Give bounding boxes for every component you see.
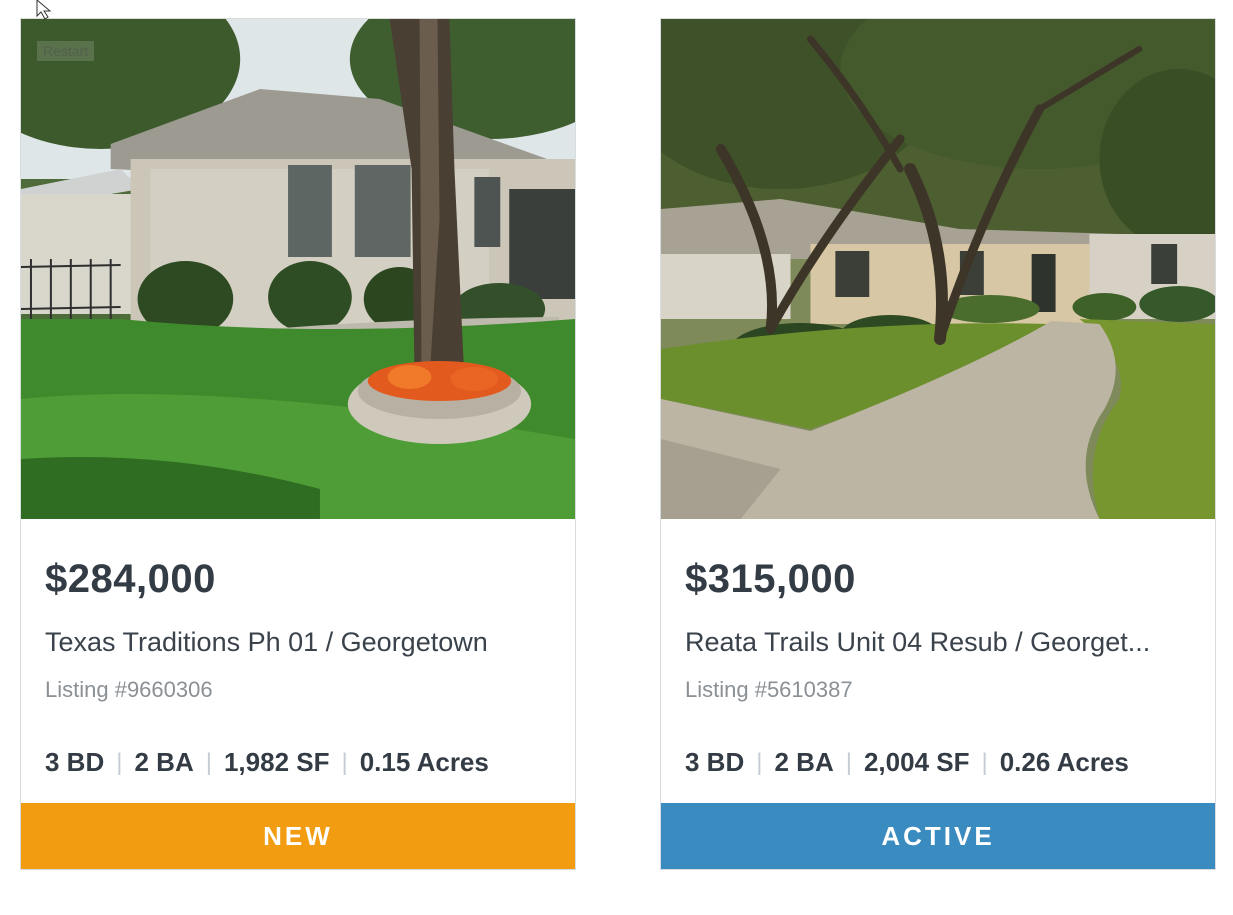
beds-count: 3 BD <box>45 747 105 777</box>
stat-divider: | <box>116 748 123 776</box>
listing-price: $315,000 <box>685 557 856 601</box>
listing-photo[interactable] <box>661 19 1215 519</box>
stat-divider: | <box>205 748 212 776</box>
status-badge: NEW <box>21 803 575 869</box>
listing-stats: 3 BD | 2 BA | 2,004 SF | 0.26 Acres <box>685 747 1129 778</box>
stat-divider: | <box>845 748 852 776</box>
listing-price: $284,000 <box>45 557 216 601</box>
listing-card[interactable]: Restart $284,000 Texas Traditions Ph 01 … <box>20 18 576 870</box>
listing-title[interactable]: Reata Trails Unit 04 Resub / Georget... <box>685 627 1195 658</box>
status-badge: ACTIVE <box>661 803 1215 869</box>
baths-count: 2 BA <box>134 747 194 777</box>
listing-stats: 3 BD | 2 BA | 1,982 SF | 0.15 Acres <box>45 747 489 778</box>
square-feet: 2,004 SF <box>863 747 970 777</box>
house-with-oak-trees-photo <box>661 19 1215 519</box>
listing-number: Listing #5610387 <box>685 677 853 702</box>
listing-title[interactable]: Texas Traditions Ph 01 / Georgetown <box>45 627 555 658</box>
baths-count: 2 BA <box>774 747 834 777</box>
lot-acres: 0.15 Acres <box>359 747 489 777</box>
listing-number: Listing #9660306 <box>45 677 213 702</box>
mouse-pointer-icon <box>36 0 52 20</box>
square-feet: 1,982 SF <box>223 747 330 777</box>
beds-count: 3 BD <box>685 747 745 777</box>
listings-page: Restart $284,000 Texas Traditions Ph 01 … <box>0 0 1233 915</box>
listing-card[interactable]: $315,000 Reata Trails Unit 04 Resub / Ge… <box>660 18 1216 870</box>
lot-acres: 0.26 Acres <box>999 747 1129 777</box>
stat-divider: | <box>341 748 348 776</box>
listing-photo[interactable]: Restart <box>21 19 575 519</box>
stat-divider: | <box>756 748 763 776</box>
house-with-tree-photo <box>21 19 575 519</box>
stat-divider: | <box>981 748 988 776</box>
restart-label[interactable]: Restart <box>37 41 95 61</box>
